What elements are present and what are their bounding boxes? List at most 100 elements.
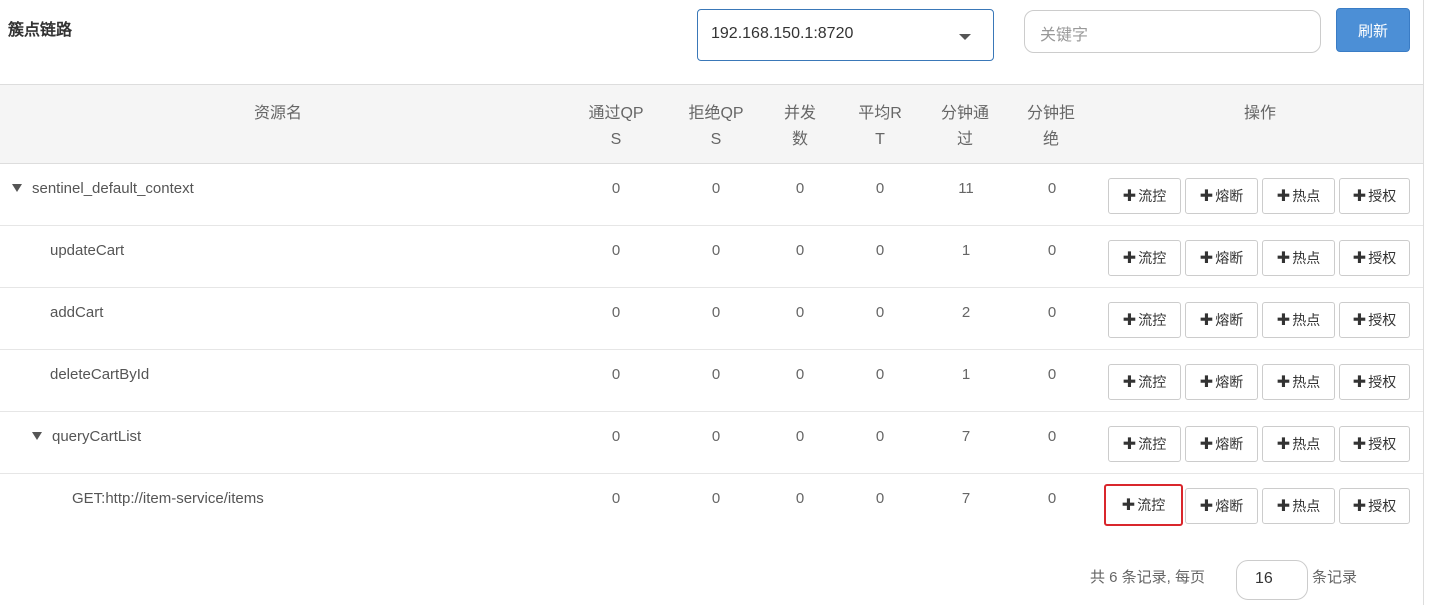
minute-pass: 1 <box>961 366 971 383</box>
avg-rt: 0 <box>875 490 885 507</box>
flow-control-button[interactable]: ✚ 流控 <box>1104 484 1183 526</box>
concurrency: 0 <box>795 366 805 383</box>
resource-name[interactable]: GET:http://item-service/items <box>72 490 264 507</box>
plus-icon: ✚ <box>1276 498 1291 515</box>
minute-pass: 7 <box>961 490 971 507</box>
degrade-button[interactable]: ✚ 熔断 <box>1185 488 1258 524</box>
plus-icon: ✚ <box>1276 436 1291 453</box>
hotspot-button[interactable]: ✚ 热点 <box>1262 364 1335 400</box>
minute-pass: 7 <box>961 428 971 445</box>
minute-pass: 1 <box>961 242 971 259</box>
pager-suffix: 条记录 <box>1312 569 1358 586</box>
plus-icon: ✚ <box>1121 497 1136 514</box>
plus-icon: ✚ <box>1352 498 1367 515</box>
column-header-avg-rt: 平均R T <box>858 105 902 148</box>
degrade-button[interactable]: ✚ 熔断 <box>1185 240 1258 276</box>
pager-total: 共 6 条记录, 每页 <box>1090 569 1206 586</box>
minute-block: 0 <box>1047 180 1057 197</box>
page-size-input[interactable]: 16 <box>1236 560 1308 600</box>
flow-control-button[interactable]: ✚ 流控 <box>1108 178 1181 214</box>
plus-icon: ✚ <box>1276 188 1291 205</box>
concurrency: 0 <box>795 180 805 197</box>
authority-button[interactable]: ✚ 授权 <box>1339 488 1410 524</box>
table-row: addCart 0 0 0 0 2 0 ✚ 流控 ✚ 熔断 ✚ 热点 ✚ 授权 <box>0 288 1423 350</box>
hotspot-button[interactable]: ✚ 热点 <box>1262 302 1335 338</box>
pass-qps: 0 <box>611 242 621 259</box>
plus-icon: ✚ <box>1352 436 1367 453</box>
table-row: queryCartList 0 0 0 0 7 0 ✚ 流控 ✚ 熔断 ✚ 热点 ✚ 授… <box>0 412 1423 474</box>
avg-rt: 0 <box>875 242 885 259</box>
authority-button[interactable]: ✚ 授权 <box>1339 364 1410 400</box>
block-qps: 0 <box>711 180 721 197</box>
column-header-minute-block: 分钟拒绝 <box>1026 105 1075 148</box>
degrade-button[interactable]: ✚ 熔断 <box>1185 178 1258 214</box>
flow-control-button[interactable]: ✚ 流控 <box>1108 302 1181 338</box>
column-header-concurrency: 并发数 <box>783 105 816 148</box>
resource-name[interactable]: deleteCartById <box>50 366 149 383</box>
block-qps: 0 <box>711 366 721 383</box>
pass-qps: 0 <box>611 366 621 383</box>
pass-qps: 0 <box>611 428 621 445</box>
avg-rt: 0 <box>875 366 885 383</box>
hotspot-button[interactable]: ✚ 热点 <box>1262 488 1335 524</box>
minute-block: 0 <box>1047 304 1057 321</box>
block-qps: 0 <box>711 490 721 507</box>
table-header: 资源名 通过QP S 拒绝QP S 并发数 平均R T 分钟通过 分钟拒绝 操作 <box>0 84 1423 164</box>
column-header-block-qps: 拒绝QP S <box>688 105 744 148</box>
plus-icon: ✚ <box>1199 498 1214 515</box>
degrade-button[interactable]: ✚ 熔断 <box>1185 426 1258 462</box>
refresh-button[interactable]: 刷新 <box>1336 8 1410 52</box>
resource-name[interactable]: sentinel_default_context <box>12 180 194 197</box>
column-header-resource: 资源名 <box>253 105 302 122</box>
resource-name[interactable]: updateCart <box>50 242 124 259</box>
expand-triangle-icon[interactable] <box>12 184 22 192</box>
block-qps: 0 <box>711 242 721 259</box>
resource-name[interactable]: addCart <box>50 304 103 321</box>
panel-border <box>1423 0 1424 605</box>
page-title: 簇点链路 <box>8 22 73 39</box>
plus-icon: ✚ <box>1352 188 1367 205</box>
plus-icon: ✚ <box>1199 188 1214 205</box>
column-header-pass-qps: 通过QP S <box>588 105 644 148</box>
resource-name[interactable]: queryCartList <box>32 428 141 445</box>
authority-button[interactable]: ✚ 授权 <box>1339 426 1410 462</box>
concurrency: 0 <box>795 428 805 445</box>
table-row: deleteCartById 0 0 0 0 1 0 ✚ 流控 ✚ 熔断 ✚ 热点 ✚… <box>0 350 1423 412</box>
block-qps: 0 <box>711 304 721 321</box>
concurrency: 0 <box>795 242 805 259</box>
minute-pass: 2 <box>961 304 971 321</box>
table-row: updateCart 0 0 0 0 1 0 ✚ 流控 ✚ 熔断 ✚ 热点 ✚ 授权 <box>0 226 1423 288</box>
plus-icon: ✚ <box>1122 374 1137 391</box>
column-header-actions: 操作 <box>1243 105 1276 122</box>
keyword-search-input[interactable]: 关键字 <box>1024 10 1321 53</box>
pass-qps: 0 <box>611 180 621 197</box>
hotspot-button[interactable]: ✚ 热点 <box>1262 178 1335 214</box>
pass-qps: 0 <box>611 304 621 321</box>
degrade-button[interactable]: ✚ 熔断 <box>1185 364 1258 400</box>
avg-rt: 0 <box>875 180 885 197</box>
degrade-button[interactable]: ✚ 熔断 <box>1185 302 1258 338</box>
minute-block: 0 <box>1047 242 1057 259</box>
plus-icon: ✚ <box>1199 436 1214 453</box>
authority-button[interactable]: ✚ 授权 <box>1339 178 1410 214</box>
expand-triangle-icon[interactable] <box>32 432 42 440</box>
flow-control-button[interactable]: ✚ 流控 <box>1108 240 1181 276</box>
hotspot-button[interactable]: ✚ 热点 <box>1262 426 1335 462</box>
minute-block: 0 <box>1047 428 1057 445</box>
minute-pass: 11 <box>958 180 974 197</box>
plus-icon: ✚ <box>1199 312 1214 329</box>
authority-button[interactable]: ✚ 授权 <box>1339 240 1410 276</box>
flow-control-button[interactable]: ✚ 流控 <box>1108 426 1181 462</box>
plus-icon: ✚ <box>1276 374 1291 391</box>
plus-icon: ✚ <box>1352 312 1367 329</box>
authority-button[interactable]: ✚ 授权 <box>1339 302 1410 338</box>
flow-control-button[interactable]: ✚ 流控 <box>1108 364 1181 400</box>
avg-rt: 0 <box>875 304 885 321</box>
plus-icon: ✚ <box>1199 250 1214 267</box>
plus-icon: ✚ <box>1122 250 1137 267</box>
caret-down-icon <box>959 34 971 40</box>
table-row: sentinel_default_context 0 0 0 0 11 0 ✚ 流… <box>0 164 1423 226</box>
hotspot-button[interactable]: ✚ 热点 <box>1262 240 1335 276</box>
machine-select[interactable]: 192.168.150.1:8720 <box>697 9 994 61</box>
plus-icon: ✚ <box>1199 374 1214 391</box>
